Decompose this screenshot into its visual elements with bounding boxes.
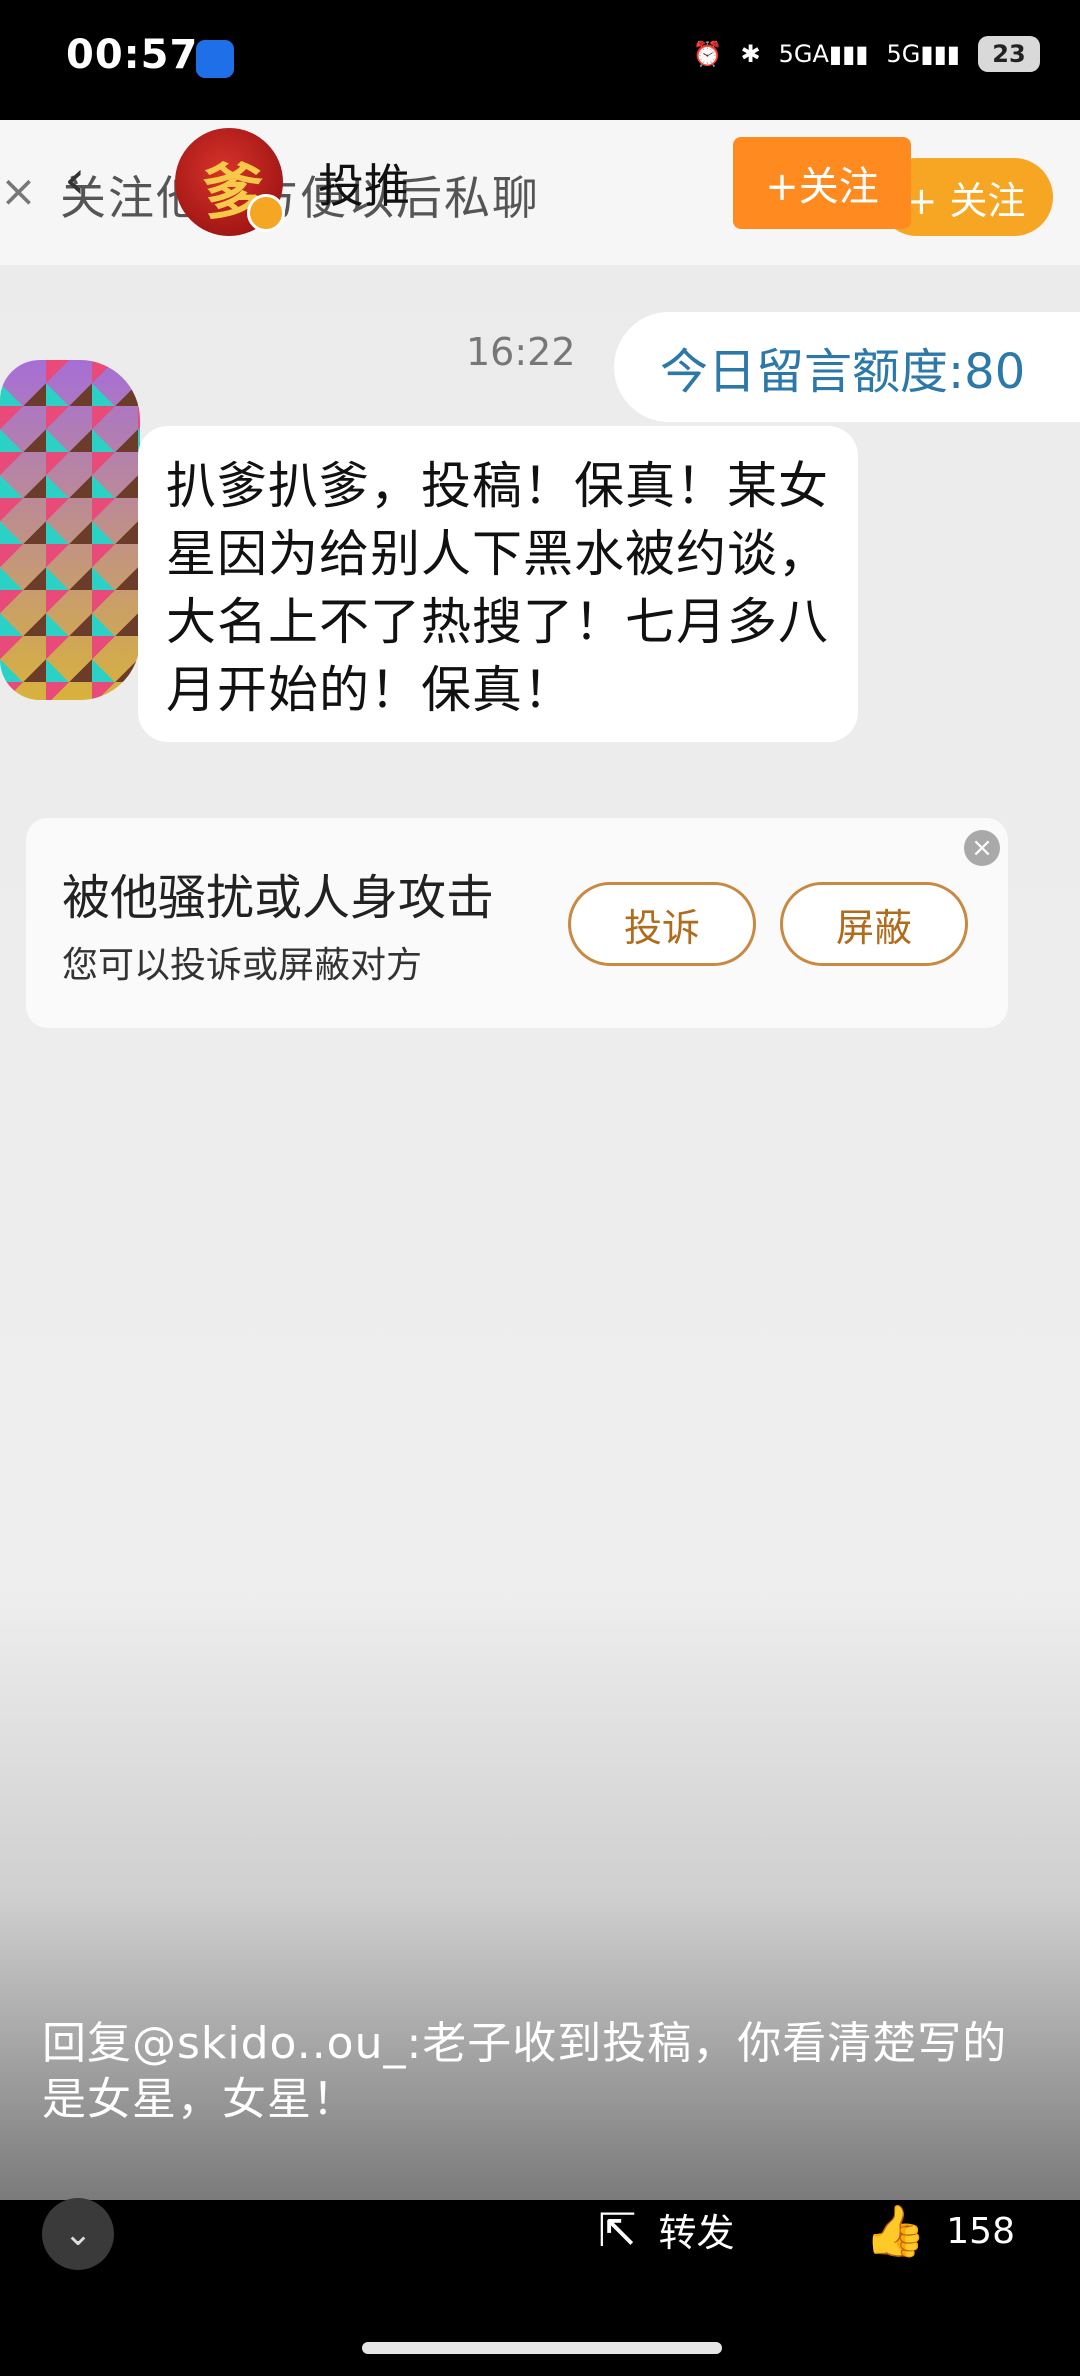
status-time: 00:57 (66, 32, 199, 78)
report-subtitle: 您可以投诉或屏蔽对方 (62, 945, 423, 986)
thumbs-up-icon: 👍 (864, 2202, 927, 2260)
back-arrow-icon[interactable]: ‹ (64, 148, 86, 211)
report-title: 被他骚扰或人身攻击 (62, 870, 495, 926)
message-timestamp: 16:22 (466, 330, 576, 374)
card-close-icon[interactable]: × (964, 830, 1000, 866)
battery-icon: 23 (978, 36, 1040, 72)
share-button[interactable]: ⇱ 转发 (598, 2202, 735, 2257)
reply-caption: 回复@skido..ou_:老子收到投稿，你看清楚写的是女星，女星！ (42, 2018, 1008, 2125)
username: 投推 (318, 159, 410, 213)
app-notification-icon (196, 40, 234, 78)
avatar[interactable]: 爹 (175, 128, 285, 236)
sender-avatar[interactable] (0, 360, 140, 700)
follow-button[interactable]: +关注 (733, 137, 911, 229)
quota-pill: 今日留言额度:80 (614, 312, 1080, 422)
verified-badge-icon (247, 194, 285, 232)
home-indicator[interactable] (362, 2342, 722, 2354)
share-label: 转发 (658, 2211, 735, 2255)
chevron-down-icon[interactable]: ⌄ (42, 2198, 114, 2270)
close-icon[interactable]: × (0, 166, 37, 217)
status-icons: ⏰ ✱ 5GA▮▮▮ 5G▮▮▮ 23 (693, 36, 1040, 72)
signal-5ga-icon: 5GA▮▮▮ (778, 40, 869, 68)
complain-button[interactable]: 投诉 (568, 882, 756, 966)
like-button[interactable]: 👍 158 (864, 2202, 1015, 2261)
signal-5g-icon: 5G▮▮▮ (886, 40, 961, 68)
block-button[interactable]: 屏蔽 (780, 882, 968, 966)
status-bar: 00:57 ⏰ ✱ 5GA▮▮▮ 5G▮▮▮ 23 (0, 0, 1080, 120)
follow-hint: 关注他，方便以后私聊 (60, 171, 540, 225)
like-count: 158 (946, 2211, 1015, 2252)
alarm-icon: ⏰ (692, 40, 723, 68)
report-card: 被他骚扰或人身攻击 您可以投诉或屏蔽对方 投诉 屏蔽 × (26, 818, 1008, 1028)
message-bubble: 扒爹扒爹，投稿！保真！某女星因为给别人下黑水被约谈，大名上不了热搜了！七月多八月… (138, 426, 858, 742)
bluetooth-icon: ✱ (740, 40, 761, 68)
share-icon: ⇱ (598, 2202, 637, 2257)
